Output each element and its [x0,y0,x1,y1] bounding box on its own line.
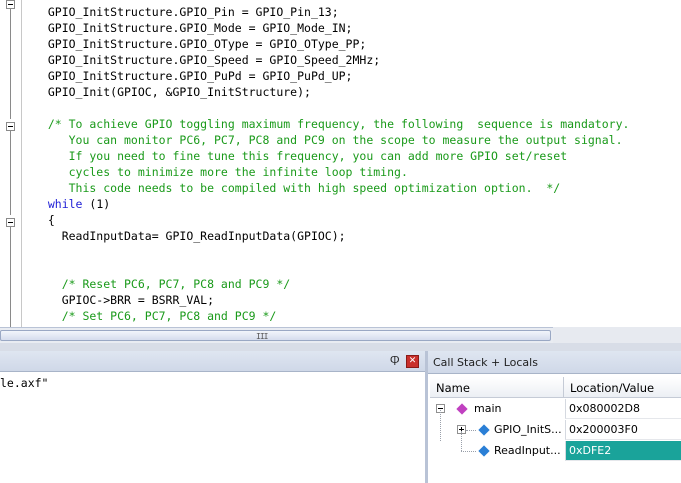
tree-row-gpio-initstructure[interactable]: GPIO_InitS... 0x200003F0 [430,410,681,441]
output-panel: Ⴔ ✕ le.axf" [0,351,425,483]
code-line[interactable]: This code needs to be compiled with high… [34,180,629,196]
code-line[interactable] [34,100,629,116]
code-line[interactable]: If you need to fine tune this frequency,… [34,148,629,164]
comment-token: cycles to minimize more the infinite loo… [34,165,408,179]
panel-splitter[interactable] [0,343,681,351]
scrollbar-thumb[interactable]: III [0,330,551,341]
code-line[interactable]: ReadInputData= GPIO_ReadInputData(GPIOC)… [34,228,629,244]
tree-line [440,410,441,441]
fold-collapse-icon[interactable] [6,218,15,227]
column-location-value[interactable]: Location/Value [570,381,654,395]
code-line[interactable]: GPIOC->BRR = BSRR_VAL; [34,292,629,308]
row-name: main [474,402,502,415]
tree-line [461,451,476,452]
code-token: GPIO_InitStructure.GPIO_Pin = GPIO_Pin_1… [34,5,339,19]
variable-icon [478,424,490,436]
row-value-selected[interactable]: 0xDFE2 [565,441,681,461]
code-line[interactable]: /* Reset PC6, PC7, PC8 and PC9 */ [34,276,629,292]
horizontal-scrollbar[interactable]: III [0,327,553,343]
code-line[interactable]: GPIO_InitStructure.GPIO_OType = GPIO_OTy… [34,36,629,52]
fold-collapse-icon[interactable] [6,0,15,9]
row-value: 0x200003F0 [565,420,681,440]
code-token: (1) [82,197,111,211]
code-token: ReadInputData= GPIO_ReadInputData(GPIOC)… [34,229,346,243]
row-name: GPIO_InitS... [494,423,562,436]
column-header: Name Location/Value [430,377,681,398]
code-line[interactable]: GPIO_InitStructure.GPIO_Pin = GPIO_Pin_1… [34,4,629,20]
code-token: GPIO_InitStructure.GPIO_Mode = GPIO_Mode… [34,21,353,35]
code-editor[interactable]: GPIO_InitStructure.GPIO_Pin = GPIO_Pin_1… [0,0,681,327]
output-text: le.axf" [0,376,49,390]
code-line[interactable]: { [34,212,629,228]
row-name: ReadInput... [494,444,561,457]
close-icon[interactable]: ✕ [406,355,419,368]
code-line[interactable] [34,244,629,260]
comment-token: You can monitor PC6, PC7, PC8 and PC9 on… [34,133,623,147]
code-line[interactable]: GPIO_InitStructure.GPIO_Speed = GPIO_Spe… [34,52,629,68]
code-token: GPIO_InitStructure.GPIO_OType = GPIO_OTy… [34,37,367,51]
call-stack-title-bar: Call Stack + Locals [428,351,681,374]
call-stack-locals-panel: Call Stack + Locals Name Location/Value … [428,351,681,483]
code-line[interactable] [34,260,629,276]
code-line[interactable]: GPIO_Init(GPIOC, &GPIO_InitStructure); [34,84,629,100]
code-line[interactable]: cycles to minimize more the infinite loo… [34,164,629,180]
tree-line [466,430,476,431]
output-panel-header: Ⴔ ✕ [0,351,425,372]
grip-icon: III [256,332,268,341]
fold-line [10,131,11,215]
comment-token: /* Reset PC6, PC7, PC8 and PC9 */ [34,277,291,291]
code-line[interactable]: GPIO_InitStructure.GPIO_PuPd = GPIO_PuPd… [34,68,629,84]
column-separator[interactable] [563,377,564,397]
comment-token: /* To achieve GPIO toggling maximum freq… [34,117,630,131]
fold-line [10,227,11,327]
comment-token: If you need to fine tune this frequency,… [34,149,568,163]
code-line[interactable]: /* To achieve GPIO toggling maximum freq… [34,116,630,132]
variable-icon [478,445,490,457]
code-line[interactable]: GPIO_InitStructure.GPIO_Mode = GPIO_Mode… [34,20,629,36]
code-line[interactable]: while (1) [34,196,629,212]
code-token: GPIOC->BRR = BSRR_VAL; [34,293,215,307]
scrollbar-corner [553,327,681,343]
fold-collapse-icon[interactable] [6,122,15,131]
panel-title: Call Stack + Locals [433,356,538,369]
tree-line [461,431,462,451]
keyword-token: while [34,197,83,211]
gutter-separator [21,0,22,327]
pin-icon[interactable]: Ⴔ [390,355,400,368]
source-code[interactable]: GPIO_InitStructure.GPIO_Pin = GPIO_Pin_1… [34,4,630,324]
comment-token: /* Set PC6, PC7, PC8 and PC9 */ [34,309,277,323]
tree-row-readinputdata[interactable]: ReadInput... 0xDFE2 [430,431,681,462]
function-icon [456,403,468,415]
code-token: { [34,213,55,227]
fold-line [10,9,11,119]
column-name[interactable]: Name [436,381,470,395]
code-token: GPIO_InitStructure.GPIO_Speed = GPIO_Spe… [34,53,381,67]
tree-row-main[interactable]: main 0x080002D8 [430,399,681,420]
comment-token: This code needs to be compiled with high… [34,181,561,195]
code-line[interactable]: /* Set PC6, PC7, PC8 and PC9 */ [34,308,629,324]
row-value: 0x080002D8 [565,399,681,419]
code-line[interactable]: You can monitor PC6, PC7, PC8 and PC9 on… [34,132,629,148]
code-token: GPIO_Init(GPIOC, &GPIO_InitStructure); [34,85,311,99]
code-token: GPIO_InitStructure.GPIO_PuPd = GPIO_PuPd… [34,69,353,83]
